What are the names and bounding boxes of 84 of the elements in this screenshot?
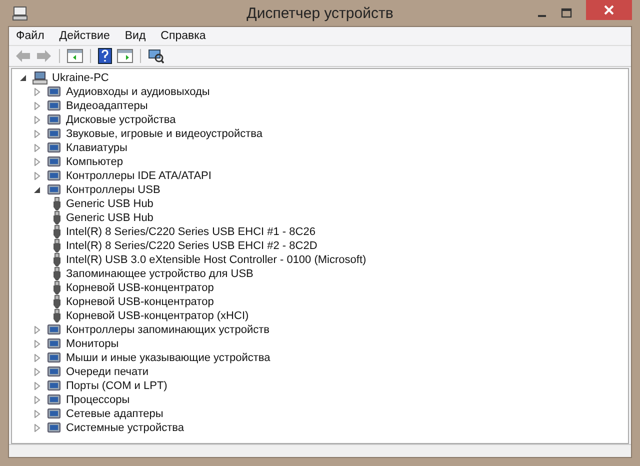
expand-arrow-icon[interactable] bbox=[34, 424, 41, 432]
expand-arrow-icon[interactable] bbox=[34, 172, 41, 180]
tree-item[interactable]: Корневой USB-концентратор bbox=[66, 296, 214, 308]
device-icon bbox=[46, 127, 62, 141]
usb-plug-icon bbox=[52, 225, 62, 239]
tree-item[interactable]: Аудиовходы и аудиовыходы bbox=[66, 86, 210, 98]
tree-item[interactable]: Видеоадаптеры bbox=[66, 100, 148, 112]
device-icon bbox=[46, 99, 62, 113]
usb-plug-icon bbox=[52, 197, 62, 211]
tree-item[interactable]: Контроллеры запоминающих устройств bbox=[66, 324, 270, 336]
device-icon bbox=[46, 113, 62, 127]
tree-item[interactable]: Запоминающее устройство для USB bbox=[66, 268, 254, 280]
device-icon bbox=[46, 323, 62, 337]
usb-plug-icon bbox=[52, 253, 62, 267]
device-icon bbox=[46, 365, 62, 379]
tree-item[interactable]: Intel(R) 8 Series/C220 Series USB EHCI #1 - 8C26 bbox=[66, 226, 316, 238]
device-icon bbox=[46, 337, 62, 351]
expand-arrow-icon[interactable] bbox=[34, 382, 41, 390]
forward-arrow-icon[interactable] bbox=[36, 49, 52, 63]
device-icon bbox=[46, 155, 62, 169]
usb-plug-icon bbox=[52, 239, 62, 253]
usb-plug-icon bbox=[52, 281, 62, 295]
device-icon bbox=[46, 141, 62, 155]
expand-arrow-icon[interactable] bbox=[34, 396, 41, 404]
tree-item[interactable]: Звуковые, игровые и видеоустройства bbox=[66, 128, 262, 140]
device-icon bbox=[46, 407, 62, 421]
menu-item[interactable]: Файл bbox=[16, 30, 44, 42]
tree-item[interactable]: Системные устройства bbox=[66, 422, 184, 434]
tree-item[interactable]: Дисковые устройства bbox=[66, 114, 176, 126]
tree-item[interactable]: Процессоры bbox=[66, 394, 130, 406]
expand-arrow-icon[interactable] bbox=[34, 368, 41, 376]
device-icon bbox=[46, 393, 62, 407]
expand-arrow-icon[interactable] bbox=[34, 340, 41, 348]
tree-item[interactable]: Intel(R) 8 Series/C220 Series USB EHCI #2 - 8C2D bbox=[66, 240, 318, 252]
tree-item[interactable]: Мыши и иные указывающие устройства bbox=[66, 352, 270, 364]
collapse-arrow-icon[interactable] bbox=[34, 186, 41, 194]
expand-arrow-icon[interactable] bbox=[34, 326, 41, 334]
window-title: Диспетчер устройств bbox=[246, 4, 394, 22]
device-icon bbox=[46, 183, 62, 197]
usb-plug-icon bbox=[52, 309, 62, 323]
device-icon bbox=[46, 85, 62, 99]
expand-arrow-icon[interactable] bbox=[34, 410, 41, 418]
tree-item[interactable]: Корневой USB-концентратор bbox=[66, 282, 214, 294]
tree-item[interactable]: Generic USB Hub bbox=[66, 212, 154, 224]
close-button[interactable] bbox=[586, 0, 632, 20]
expand-arrow-icon[interactable] bbox=[34, 102, 41, 110]
expand-arrow-icon[interactable] bbox=[34, 354, 41, 362]
menu-item[interactable]: Справка bbox=[160, 30, 206, 42]
tree-item[interactable]: Контроллеры USB bbox=[66, 184, 160, 196]
expand-arrow-icon[interactable] bbox=[34, 88, 41, 96]
menu-item[interactable]: Действие bbox=[59, 30, 110, 42]
usb-plug-icon bbox=[52, 211, 62, 225]
close-icon bbox=[604, 5, 614, 15]
action-pane-icon[interactable] bbox=[117, 49, 133, 63]
tree-item[interactable]: Сетевые адаптеры bbox=[66, 408, 164, 420]
tree-item[interactable]: Контроллеры IDE ATA/ATAPI bbox=[66, 170, 212, 182]
maximize-icon[interactable] bbox=[561, 8, 572, 18]
device-icon bbox=[46, 379, 62, 393]
tree-item[interactable]: Клавиатуры bbox=[66, 142, 128, 154]
menu-item[interactable]: Вид bbox=[124, 30, 146, 42]
tree-item[interactable]: Generic USB Hub bbox=[66, 198, 154, 210]
device-icon bbox=[46, 421, 62, 435]
tree-item[interactable]: Компьютер bbox=[66, 156, 123, 168]
usb-plug-icon bbox=[52, 267, 62, 281]
tree-item[interactable]: Порты (COM и LPT) bbox=[66, 380, 168, 392]
tree-item[interactable]: Корневой USB-концентратор (xHCI) bbox=[66, 310, 249, 322]
collapse-arrow-icon[interactable] bbox=[20, 74, 27, 82]
expand-arrow-icon[interactable] bbox=[34, 116, 41, 124]
scan-monitor-icon[interactable] bbox=[148, 48, 164, 64]
expand-arrow-icon[interactable] bbox=[34, 144, 41, 152]
expand-arrow-icon[interactable] bbox=[34, 158, 41, 166]
computer-icon bbox=[32, 71, 48, 85]
computer-icon bbox=[12, 5, 28, 21]
tree-item[interactable]: Ukraine-PC bbox=[52, 72, 109, 84]
expand-arrow-icon[interactable] bbox=[34, 130, 41, 138]
tree-item[interactable]: Мониторы bbox=[66, 338, 119, 350]
back-arrow-icon[interactable] bbox=[15, 49, 31, 63]
help-icon[interactable] bbox=[98, 48, 112, 64]
device-icon bbox=[46, 169, 62, 183]
usb-plug-icon bbox=[52, 295, 62, 309]
tree-item[interactable]: Intel(R) USB 3.0 eXtensible Host Controller - 0100 (Microsoft) bbox=[66, 254, 366, 266]
console-tree-icon[interactable] bbox=[67, 49, 83, 63]
device-icon bbox=[46, 351, 62, 365]
tree-item[interactable]: Очереди печати bbox=[66, 366, 149, 378]
